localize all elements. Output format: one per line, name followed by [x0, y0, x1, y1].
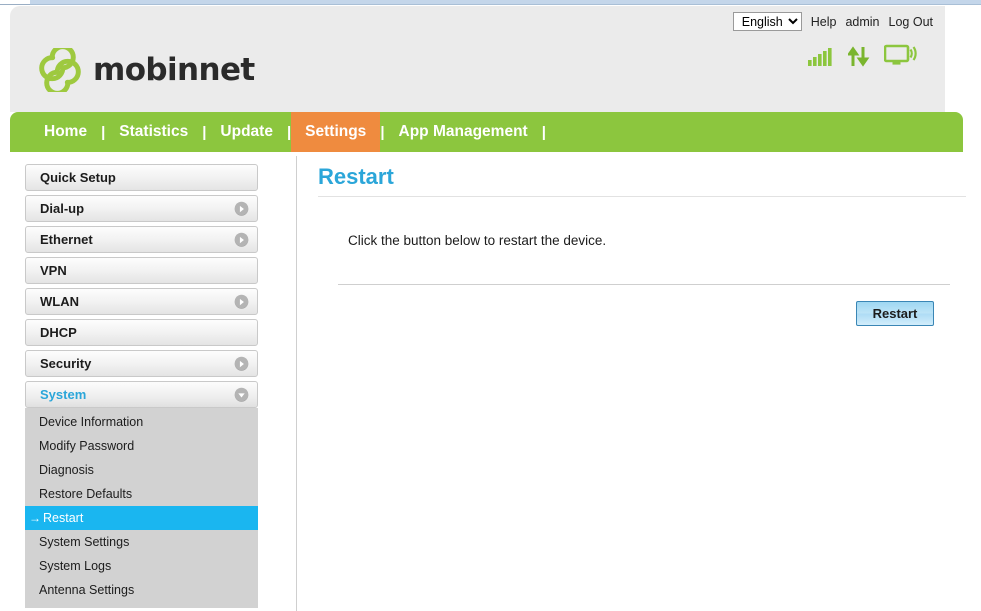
- system-submenu: Device Information Modify Password Diagn…: [25, 408, 258, 608]
- browser-top-strip: [0, 0, 981, 5]
- submenu-item-antenna-settings[interactable]: Antenna Settings: [25, 578, 258, 602]
- nav-item-settings[interactable]: Settings: [291, 112, 380, 152]
- restart-description: Click the button below to restart the de…: [318, 233, 966, 248]
- sidebar-item-dial-up[interactable]: Dial-up: [25, 195, 258, 222]
- submenu-item-label: System Settings: [39, 535, 129, 549]
- submenu-item-system-logs[interactable]: System Logs: [25, 554, 258, 578]
- nav-item-statistics[interactable]: Statistics: [105, 112, 202, 152]
- sidebar-item-label: Quick Setup: [26, 170, 116, 185]
- action-divider: [338, 284, 950, 285]
- signal-strength-icon: [808, 47, 834, 67]
- submenu-item-label: System Logs: [39, 559, 111, 573]
- nav-item-home[interactable]: Home: [10, 112, 101, 152]
- main-navigation-bar: Home | Statistics | Update | Settings | …: [10, 112, 963, 152]
- submenu-item-diagnosis[interactable]: Diagnosis: [25, 458, 258, 482]
- settings-sidebar: Quick Setup Dial-up Ethernet VPN WLAN DH…: [25, 164, 258, 610]
- chevron-down-icon[interactable]: [234, 387, 249, 402]
- help-link[interactable]: Help: [811, 15, 837, 29]
- page-title: Restart: [318, 164, 966, 196]
- brand-name: mobinnet: [93, 52, 255, 88]
- sidebar-item-label: DHCP: [26, 325, 77, 340]
- submenu-item-label: Restore Defaults: [39, 487, 132, 501]
- sidebar-item-vpn[interactable]: VPN: [25, 257, 258, 284]
- logout-link[interactable]: Log Out: [889, 15, 933, 29]
- brand-logo[interactable]: mobinnet: [38, 48, 255, 92]
- main-nav-right-filler: [963, 112, 981, 152]
- page-header: English Help admin Log Out mobinnet: [10, 6, 963, 112]
- chevron-right-icon[interactable]: [234, 232, 249, 247]
- restart-button[interactable]: Restart: [856, 301, 934, 326]
- sidebar-item-quick-setup[interactable]: Quick Setup: [25, 164, 258, 191]
- header-right-filler: [945, 6, 963, 112]
- sidebar-item-security[interactable]: Security: [25, 350, 258, 377]
- nav-item-app-management[interactable]: App Management: [385, 112, 542, 152]
- submenu-item-modify-password[interactable]: Modify Password: [25, 434, 258, 458]
- language-select[interactable]: English: [733, 12, 802, 31]
- sidebar-item-label: System: [26, 387, 86, 402]
- title-divider: [318, 196, 966, 197]
- wireless-monitor-icon: [884, 44, 918, 67]
- data-transfer-icon: [848, 46, 870, 67]
- submenu-item-restart[interactable]: → Restart: [25, 506, 258, 530]
- action-row: Restart: [318, 301, 950, 326]
- column-divider: [296, 156, 297, 611]
- sidebar-item-label: Security: [26, 356, 91, 371]
- sidebar-item-label: VPN: [26, 263, 67, 278]
- submenu-item-label: Device Information: [39, 415, 143, 429]
- sidebar-item-label: WLAN: [26, 294, 79, 309]
- chevron-right-icon[interactable]: [234, 201, 249, 216]
- submenu-item-label: Antenna Settings: [39, 583, 134, 597]
- mobinnet-swirl-icon: [38, 48, 82, 92]
- nav-item-update[interactable]: Update: [206, 112, 287, 152]
- sidebar-item-wlan[interactable]: WLAN: [25, 288, 258, 315]
- submenu-item-label: Restart: [43, 511, 83, 525]
- top-utility-bar: English Help admin Log Out: [733, 12, 933, 31]
- sidebar-item-system[interactable]: System: [25, 381, 258, 408]
- chevron-right-icon[interactable]: [234, 294, 249, 309]
- submenu-item-device-information[interactable]: Device Information: [25, 410, 258, 434]
- submenu-item-label: Modify Password: [39, 439, 134, 453]
- submenu-item-restore-defaults[interactable]: Restore Defaults: [25, 482, 258, 506]
- browser-top-strip-left: [0, 0, 30, 5]
- content-panel: Restart Click the button below to restar…: [318, 164, 966, 326]
- sidebar-item-ethernet[interactable]: Ethernet: [25, 226, 258, 253]
- chevron-right-icon[interactable]: [234, 356, 249, 371]
- submenu-item-label: Diagnosis: [39, 463, 94, 477]
- sidebar-item-dhcp[interactable]: DHCP: [25, 319, 258, 346]
- submenu-item-system-settings[interactable]: System Settings: [25, 530, 258, 554]
- sidebar-item-label: Dial-up: [26, 201, 84, 216]
- active-marker-icon: →: [29, 511, 41, 525]
- current-user-label[interactable]: admin: [845, 15, 879, 29]
- sidebar-item-label: Ethernet: [26, 232, 93, 247]
- status-icon-group: [808, 44, 918, 67]
- nav-separator: |: [542, 112, 546, 152]
